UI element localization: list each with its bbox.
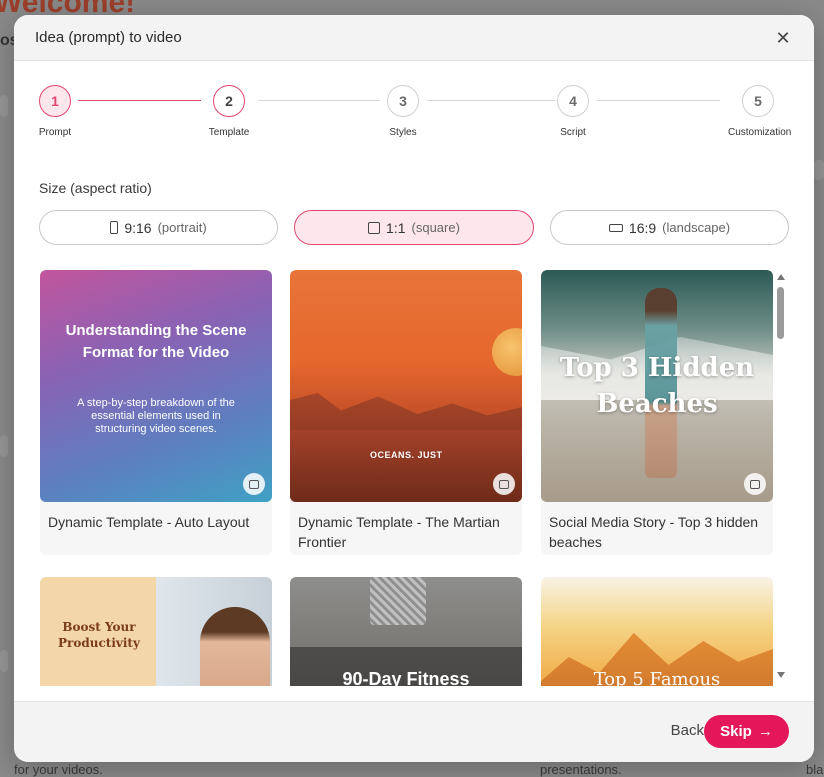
size-desc: (landscape): [662, 220, 731, 235]
preview-icon[interactable]: [493, 473, 515, 495]
scroll-down-arrow-icon[interactable]: [777, 672, 785, 678]
close-icon: ✕: [775, 27, 791, 48]
close-button[interactable]: ✕: [772, 27, 794, 49]
template-card[interactable]: OCEANS. JUST Dynamic Template - The Mart…: [290, 270, 522, 555]
scrollbar-thumb[interactable]: [777, 287, 784, 339]
modal-footer: Back Skip →: [14, 701, 814, 762]
back-button[interactable]: Back: [671, 722, 704, 739]
size-landscape-button[interactable]: 16:9 (landscape): [550, 210, 789, 245]
step-connector: [427, 100, 555, 101]
size-square-button[interactable]: 1:1 (square): [294, 210, 534, 245]
thumbnail-text: OCEANS. JUST: [370, 450, 443, 460]
background-footer-text: for your videos.: [14, 762, 103, 777]
background-footer-text: bla: [806, 762, 824, 777]
template-title: Dynamic Template - Auto Layout: [48, 514, 250, 530]
template-thumbnail: Boost Your Productivity: [40, 577, 272, 686]
scroll-up-arrow-icon[interactable]: [777, 274, 785, 280]
step-template[interactable]: 2 Template: [199, 85, 259, 138]
template-card[interactable]: 90-Day Fitness: [290, 577, 522, 686]
thumbnail-heading: Top 5 Famous: [593, 669, 721, 686]
size-desc: (square): [411, 220, 460, 235]
background-footer-text: presentations.: [540, 762, 622, 777]
size-ratio: 9:16: [124, 219, 152, 236]
step-label: Customization: [728, 127, 792, 138]
planet-graphic: [492, 328, 522, 376]
modal-title: Idea (prompt) to video: [35, 29, 182, 46]
step-number: 5: [742, 85, 774, 117]
skip-button[interactable]: Skip →: [704, 715, 789, 748]
thumbnail-heading: Top 3 Hidden Beaches: [559, 353, 755, 419]
step-number: 2: [213, 85, 245, 117]
thumbnail-heading: 90-Day Fitness: [342, 669, 470, 686]
thumbnail-heading: Understanding the Scene Format for the V…: [65, 322, 247, 361]
template-title: Dynamic Template - The Martian Frontier: [298, 514, 500, 550]
background-icon: [0, 435, 8, 457]
skip-label: Skip: [720, 723, 752, 740]
template-card[interactable]: Boost Your Productivity: [40, 577, 272, 686]
thumbnail-subtext: A step-by-step breakdown of the essentia…: [77, 397, 235, 435]
ground-graphic: [290, 430, 522, 502]
template-thumbnail: Top 3 Hidden Beaches: [541, 270, 773, 502]
portrait-icon: [110, 221, 119, 234]
step-connector: [78, 100, 201, 101]
size-ratio: 1:1: [386, 219, 406, 236]
idea-to-video-modal: Idea (prompt) to video ✕ 1 Prompt 2 Temp…: [14, 15, 814, 762]
background-icon: [814, 160, 824, 180]
wizard-stepper: 1 Prompt 2 Template 3 Styles 4 Script 5 …: [14, 85, 814, 145]
template-thumbnail: 90-Day Fitness: [290, 577, 522, 686]
step-prompt[interactable]: 1 Prompt: [25, 85, 85, 138]
step-label: Prompt: [38, 127, 72, 138]
preview-icon[interactable]: [243, 473, 265, 495]
step-connector: [258, 100, 380, 101]
person-graphic: [200, 607, 270, 686]
template-thumbnail: Top 5 Famous: [541, 577, 773, 686]
template-thumbnail: Understanding the Scene Format for the V…: [40, 270, 272, 502]
preview-icon[interactable]: [744, 473, 766, 495]
modal-header: Idea (prompt) to video ✕: [14, 15, 814, 61]
template-card[interactable]: Understanding the Scene Format for the V…: [40, 270, 272, 555]
template-grid[interactable]: Understanding the Scene Format for the V…: [39, 269, 784, 686]
landscape-icon: [608, 223, 623, 232]
step-styles[interactable]: 3 Styles: [373, 85, 433, 138]
template-title: Social Media Story - Top 3 hidden beache…: [549, 514, 759, 550]
background-icon: [0, 650, 8, 672]
background-icon: [0, 95, 8, 117]
square-icon: [368, 221, 381, 234]
step-number: 1: [39, 85, 71, 117]
size-section-label: Size (aspect ratio): [39, 180, 152, 196]
template-card[interactable]: Top 3 Hidden Beaches Social Media Story …: [541, 270, 773, 555]
step-number: 3: [387, 85, 419, 117]
step-connector: [597, 100, 720, 101]
arrow-right-icon: →: [757, 723, 773, 740]
step-number: 4: [557, 85, 589, 117]
size-ratio: 16:9: [628, 219, 657, 236]
weight-graphic: [370, 577, 426, 625]
step-script[interactable]: 4 Script: [543, 85, 603, 138]
template-thumbnail: OCEANS. JUST: [290, 270, 522, 502]
thumbnail-heading: Boost Your Productivity: [58, 620, 140, 650]
size-portrait-button[interactable]: 9:16 (portrait): [39, 210, 278, 245]
step-label: Script: [560, 127, 586, 138]
size-desc: (portrait): [157, 220, 207, 235]
step-label: Template: [208, 127, 250, 138]
step-customization[interactable]: 5 Customization: [728, 85, 792, 138]
step-label: Styles: [389, 127, 417, 138]
template-card[interactable]: Top 5 Famous: [541, 577, 773, 686]
